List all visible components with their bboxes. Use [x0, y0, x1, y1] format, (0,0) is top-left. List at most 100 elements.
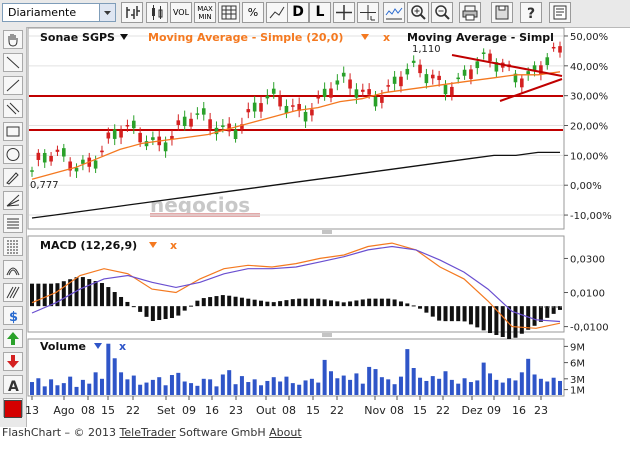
arrow-down-icon[interactable]	[3, 352, 23, 371]
ma2-legend: Moving Average - Simpl	[407, 31, 554, 44]
help-icon[interactable]: ?	[520, 2, 542, 23]
candle-body	[513, 73, 518, 83]
volume-bar	[233, 384, 238, 395]
about-link[interactable]: About	[269, 426, 302, 439]
cursor-icon[interactable]	[357, 2, 379, 23]
speed-lines-icon[interactable]	[3, 283, 23, 302]
arrow-up-icon[interactable]	[3, 329, 23, 348]
macd-signal-line	[31, 245, 561, 323]
candle-body	[163, 142, 168, 152]
volume-bar	[93, 372, 98, 395]
macd-hist-bar	[189, 305, 194, 307]
zoom-out-icon[interactable]	[431, 2, 453, 23]
pan-hand-icon[interactable]	[3, 30, 23, 49]
volume-bar	[494, 379, 499, 395]
percent-button[interactable]: %	[242, 2, 264, 23]
volume-bar	[189, 383, 194, 395]
volume-bar	[462, 378, 467, 395]
rectangle-tool-icon[interactable]	[3, 122, 23, 141]
macd-hist-bar	[398, 301, 403, 307]
macd-hist-bar	[131, 306, 136, 308]
candle-body	[214, 127, 219, 135]
print-icon[interactable]	[459, 2, 481, 23]
macd-hist-bar	[309, 298, 314, 307]
candle-body	[93, 160, 98, 169]
volume-bar	[182, 381, 187, 395]
x-axis-label: 15	[101, 404, 115, 417]
compare-icon[interactable]	[266, 2, 288, 23]
candle-body	[380, 95, 384, 103]
volume-bar	[227, 370, 232, 395]
macd-hist-bar	[297, 298, 302, 307]
candle-body	[322, 88, 327, 97]
macd-hist-bar	[125, 301, 130, 307]
candle-body	[125, 124, 130, 127]
macd-hist-bar	[513, 306, 518, 338]
candle-body	[399, 76, 403, 87]
macd-hist-bar	[36, 283, 41, 307]
text-tool-icon[interactable]: A	[3, 375, 23, 395]
macd-hist-bar	[49, 283, 54, 307]
arc-tool-icon[interactable]	[3, 260, 23, 279]
volume-bar	[201, 378, 206, 395]
macd-hist-bar	[80, 277, 85, 307]
macd-hist-bar	[424, 306, 429, 313]
fibonacci-tool-icon[interactable]	[3, 214, 23, 233]
x-axis-label: Set	[157, 404, 176, 417]
pencil-tool-icon[interactable]	[3, 168, 23, 187]
channel-tool-icon[interactable]	[3, 237, 23, 256]
macd-hist-bar	[328, 300, 333, 307]
volume-bar	[297, 384, 302, 395]
price-axis-label: -10,00%	[570, 211, 612, 222]
volume-toggle-button[interactable]: VOL	[170, 2, 192, 23]
candle-body	[42, 152, 47, 163]
teletrader-link[interactable]: TeleTrader	[120, 426, 176, 439]
macd-hist-bar	[201, 298, 206, 307]
trendline-tool-icon[interactable]	[3, 76, 23, 95]
volume-bar	[335, 378, 340, 395]
watermark: negocios	[150, 193, 250, 217]
macd-hist-bar	[284, 300, 289, 307]
price-axis-label: 10,00%	[570, 151, 608, 162]
crosshair-icon[interactable]	[333, 2, 355, 23]
x-axis-label: 22	[436, 404, 450, 417]
max-min-button[interactable]: MAX MIN	[194, 2, 216, 23]
macd-hist-bar	[239, 297, 244, 307]
volume-bar	[507, 378, 512, 395]
macd-hist-bar	[316, 298, 321, 307]
price-axis-label: 50,00%	[570, 32, 608, 43]
drawing-tools: $ A	[0, 27, 27, 427]
grid-icon[interactable]	[218, 2, 240, 23]
bar-chart-type-button[interactable]	[121, 2, 143, 23]
volume-title: Volume	[40, 340, 86, 353]
candle-body	[386, 85, 391, 87]
x-axis-label: 08	[390, 404, 404, 417]
log-scale-button[interactable]: L	[309, 2, 331, 23]
volume-bar	[309, 378, 314, 395]
price-axis: 50,00% 40,00% 30,00% 20,00% 10,00% 0,00% -10,0…	[29, 32, 612, 222]
line-tool-icon[interactable]	[3, 53, 23, 72]
volume-bar	[169, 375, 174, 395]
candle-body	[138, 132, 142, 143]
candle-chart-type-button[interactable]	[146, 2, 168, 23]
volume-bar	[418, 377, 423, 395]
ma1-legend: Moving Average - Simple (20,0)	[148, 31, 343, 44]
x-axis-label: Ago	[53, 404, 75, 417]
save-icon[interactable]	[491, 2, 513, 23]
macd-hist-bar	[373, 298, 378, 307]
zoom-in-icon[interactable]	[407, 2, 429, 23]
fan-tool-icon[interactable]	[3, 191, 23, 210]
period-select[interactable]: Diariamente	[2, 3, 116, 22]
price-axis-label: 0,00%	[570, 181, 602, 192]
trend-icon[interactable]	[383, 2, 405, 23]
volume-bar	[303, 380, 308, 395]
moving-average-long-line	[31, 151, 560, 219]
parallel-lines-icon[interactable]	[3, 99, 23, 118]
draw-mode-button[interactable]: D	[287, 2, 309, 23]
dollar-tool-icon[interactable]: $	[3, 306, 23, 325]
macd-hist-bar	[519, 306, 524, 334]
circle-tool-icon[interactable]	[3, 145, 23, 164]
macd-hist-bar	[252, 299, 257, 307]
color-picker-swatch[interactable]	[4, 400, 22, 418]
settings-icon[interactable]	[549, 2, 571, 23]
